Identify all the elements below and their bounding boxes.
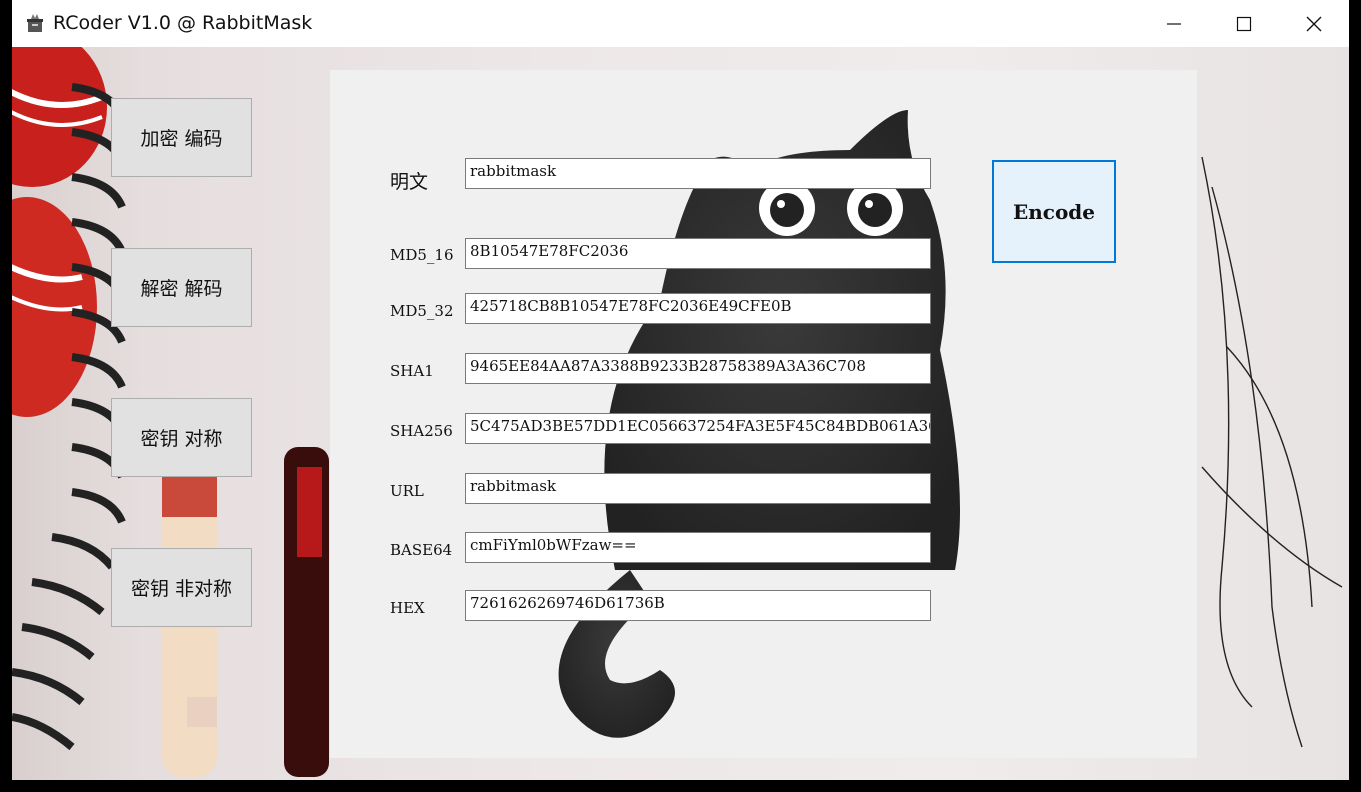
maximize-button[interactable] <box>1209 0 1279 47</box>
label-sha256: SHA256 <box>390 422 453 440</box>
label-plaintext: 明文 <box>390 171 429 193</box>
label-md5-32: MD5_32 <box>390 302 454 320</box>
sha256-output[interactable]: 5C475AD3BE57DD1EC056637254FA3E5F45C84BDB… <box>465 413 931 444</box>
sidebar-item-decode[interactable]: 解密 解码 <box>111 248 252 327</box>
client-area: 加密 编码 解密 解码 密钥 对称 密钥 非对称 明文 rabbitmask M… <box>12 47 1349 780</box>
hex-output[interactable]: 7261626269746D61736B <box>465 590 931 621</box>
minimize-button[interactable] <box>1139 0 1209 47</box>
label-url: URL <box>390 482 424 500</box>
encode-panel: 明文 rabbitmask MD5_16 8B10547E78FC2036 MD… <box>330 70 1197 758</box>
plaintext-input[interactable]: rabbitmask <box>465 158 931 189</box>
label-md5-16: MD5_16 <box>390 246 454 264</box>
close-icon <box>1306 16 1322 31</box>
url-output[interactable]: rabbitmask <box>465 473 931 504</box>
title-bar[interactable]: RCoder V1.0 @ RabbitMask <box>12 0 1349 47</box>
label-sha1: SHA1 <box>390 362 434 380</box>
minimize-icon <box>1167 22 1181 25</box>
encode-button[interactable]: Encode <box>992 160 1116 263</box>
sidebar-item-asymmetric-key[interactable]: 密钥 非对称 <box>111 548 252 627</box>
md5-16-output[interactable]: 8B10547E78FC2036 <box>465 238 931 269</box>
window-title: RCoder V1.0 @ RabbitMask <box>53 12 313 34</box>
label-hex: HEX <box>390 599 425 617</box>
app-window: RCoder V1.0 @ RabbitMask 加密 编码 解密 解码 密钥 … <box>12 0 1349 780</box>
maximize-icon <box>1236 16 1252 31</box>
sidebar-item-symmetric-key[interactable]: 密钥 对称 <box>111 398 252 477</box>
app-icon <box>27 14 43 32</box>
sidebar-item-encode[interactable]: 加密 编码 <box>111 98 252 177</box>
label-base64: BASE64 <box>390 541 453 559</box>
base64-output[interactable]: cmFiYml0bWFzaw== <box>465 532 931 563</box>
sha1-output[interactable]: 9465EE84AA87A3388B9233B28758389A3A36C708 <box>465 353 931 384</box>
close-button[interactable] <box>1279 0 1349 47</box>
md5-32-output[interactable]: 425718CB8B10547E78FC2036E49CFE0B <box>465 293 931 324</box>
